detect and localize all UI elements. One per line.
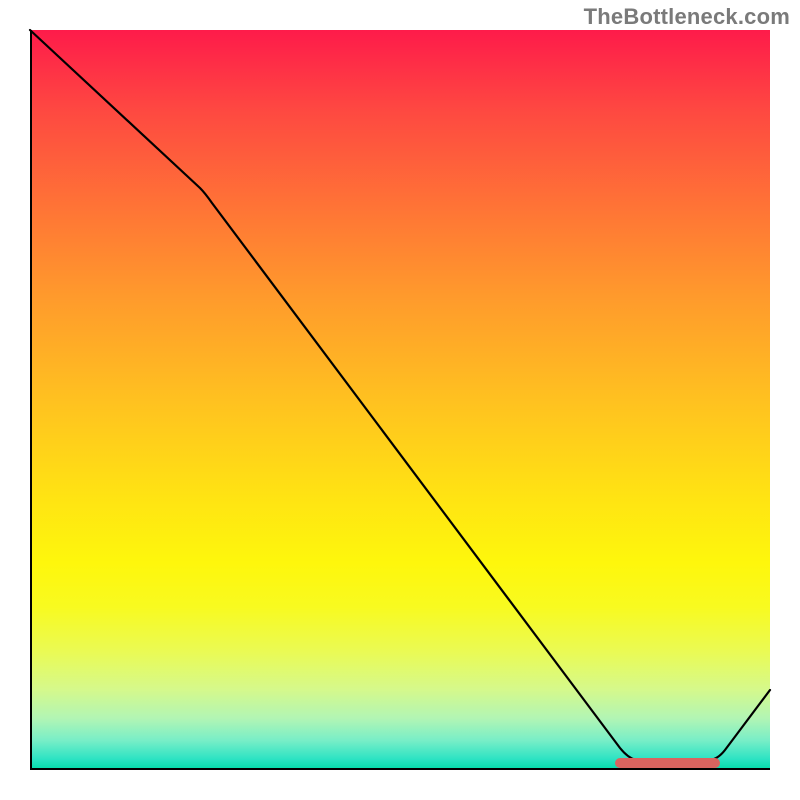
bottleneck-curve [30,30,770,770]
x-axis-line [30,768,770,770]
plot-area [30,30,770,770]
curve-path [30,30,770,760]
chart-container: TheBottleneck.com [0,0,800,800]
attribution-text: TheBottleneck.com [584,4,790,30]
optimal-range-marker [615,758,720,768]
y-axis-line [30,30,32,770]
